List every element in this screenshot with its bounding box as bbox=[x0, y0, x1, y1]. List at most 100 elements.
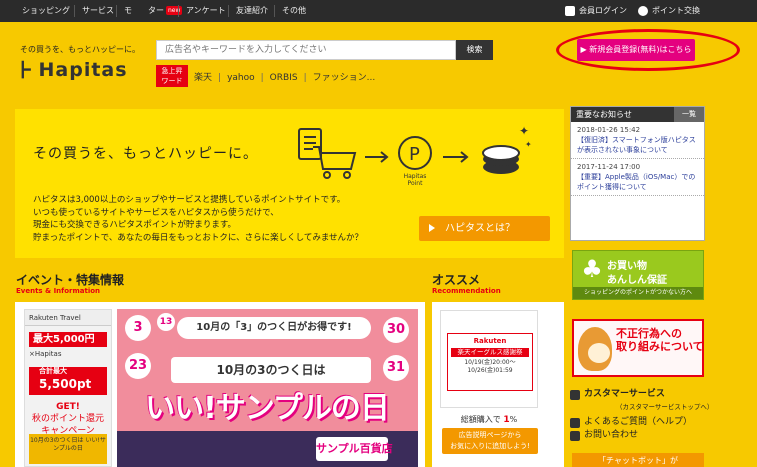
search-button[interactable]: 検索 bbox=[456, 40, 493, 60]
login-link[interactable]: 会員ログイン bbox=[565, 0, 627, 22]
rakuten-points-value: 5,500pt bbox=[39, 377, 92, 391]
chatbot-banner[interactable]: 「チャットボット」が bbox=[572, 453, 704, 467]
rakuten-points: 合計最大 5,500pt bbox=[29, 367, 107, 395]
hero-description: ハピタスは3,000以上のショップやサービスと提携しているポイントサイトです。 … bbox=[33, 194, 363, 244]
fraud-prevention-banner[interactable]: 不正行為への 取り組みについて bbox=[572, 319, 704, 377]
nav-divider bbox=[228, 5, 229, 17]
nav-shopping[interactable]: ショッピング bbox=[22, 0, 70, 22]
fav-line2: お気に入りに追加しよう! bbox=[450, 442, 530, 450]
hot-word-divider: | bbox=[303, 73, 307, 83]
hot-word-divider: | bbox=[260, 73, 264, 83]
sample-day-big-title: いい!サンプルの日 bbox=[145, 391, 390, 426]
svg-text:✦: ✦ bbox=[519, 124, 529, 138]
events-title: イベント・特集情報 bbox=[16, 273, 125, 287]
day-31-badge: 31 bbox=[383, 355, 409, 381]
faq-label: よくあるご質問（ヘルプ） bbox=[584, 417, 693, 427]
point-exchange-label: ポイント交換 bbox=[652, 6, 700, 15]
news-more-button[interactable]: 一覧 bbox=[674, 107, 704, 122]
new-badge: new bbox=[166, 6, 183, 15]
faq-link[interactable]: よくあるご質問（ヘルプ） bbox=[570, 417, 713, 428]
shop-banner-sub: ショッピングのポイントがつかない方へ bbox=[573, 287, 703, 299]
fav-line1: 広告説明ページから bbox=[458, 431, 522, 439]
customer-service-top-link[interactable]: （カスタマーサービストップへ） bbox=[570, 402, 713, 413]
fraud-line1: 不正行為への bbox=[616, 327, 682, 340]
nav-invite[interactable]: 友達紹介 bbox=[236, 0, 268, 22]
recommend-subtitle: Recommendation bbox=[432, 287, 501, 295]
nav-divider bbox=[274, 5, 275, 17]
contact-label: お問い合わせ bbox=[584, 430, 639, 440]
hapitas-point-label: Hapitas Point bbox=[395, 173, 435, 187]
hot-words-list: 楽天 | yahoo | ORBIS | ファッション... bbox=[194, 70, 375, 83]
rakuten-amount: 最大5,000円 bbox=[29, 332, 107, 347]
recommend-card[interactable]: Rakuten 楽天イーグルス感謝祭 10/19(金)20:00〜 10/26(… bbox=[440, 310, 538, 408]
svg-text:✦: ✦ bbox=[525, 140, 532, 149]
rakuten-travel-banner[interactable]: Rakuten Travel 最大5,000円 ×Hapitas 合計最大 5,… bbox=[24, 309, 112, 467]
rakuten-bottom-banner[interactable]: 10月の3のつく日は いい!サンプルの日 bbox=[29, 434, 107, 464]
hapitas-point-icon: P bbox=[398, 136, 432, 170]
hot-word-fashion[interactable]: ファッション... bbox=[313, 73, 376, 83]
news-link[interactable]: 【重要】Apple製品（iOS/Mac）でのポイント獲得について bbox=[577, 172, 698, 192]
nav-divider bbox=[116, 5, 117, 17]
sample-department-store: サンプル百貨店 bbox=[316, 437, 393, 461]
login-icon bbox=[565, 5, 575, 16]
add-favorite-button[interactable]: 広告説明ページから お気に入りに追加しよう! bbox=[442, 428, 538, 454]
shop-banner-line1: お買い物 bbox=[607, 261, 647, 272]
hero-desc-line: 貯まったポイントで、あなたの毎日をもっとおトクに、さらに楽しくしてみませんか？ bbox=[33, 232, 364, 243]
clover-icon: ♣ bbox=[581, 255, 603, 283]
hapitas-logo[interactable]: ⊦ Hapitas bbox=[20, 58, 128, 82]
mail-icon bbox=[570, 430, 580, 441]
point-label-1: Hapitas bbox=[403, 173, 427, 180]
rate-unit: % bbox=[509, 415, 518, 424]
hot-word-rakuten[interactable]: 楽天 bbox=[194, 73, 212, 83]
coins-icon: ✦ ✦ bbox=[482, 124, 532, 174]
nav-divider bbox=[74, 5, 75, 17]
shopping-guarantee-banner[interactable]: ♣ お買い物 あんしん保証 ショッピングのポイントがつかない方へ bbox=[572, 250, 704, 300]
customer-service-link[interactable]: カスタマーサービス bbox=[570, 389, 713, 400]
day-23-badge: 23 bbox=[125, 353, 151, 379]
day-13-badge: 13 bbox=[157, 313, 175, 331]
events-subtitle: Events & Information bbox=[16, 287, 101, 295]
recommend-dates-1: 10/19(金)20:00〜 bbox=[464, 359, 516, 366]
recommend-rate: 総額購入で 1% bbox=[440, 414, 538, 425]
hero-desc-line: 現金にも交換できるハピタスポイントが貯まります。 bbox=[33, 220, 236, 230]
nav-service[interactable]: サービス bbox=[82, 0, 114, 22]
news-header: 重要なお知らせ 一覧 bbox=[571, 107, 704, 122]
point-exchange-link[interactable]: ポイント交換 bbox=[638, 0, 700, 22]
rakuten-travel-head: Rakuten Travel bbox=[25, 310, 111, 326]
sample-day-headline: 10月の「3」のつく日がお得です! bbox=[177, 317, 371, 339]
news-item[interactable]: 2017-11-24 17:00 【重要】Apple製品（iOS/Mac）でのポ… bbox=[571, 159, 704, 196]
fraud-banner-text: 不正行為への 取り組みについて bbox=[616, 327, 704, 353]
hot-words-badge: 急上昇 ワード bbox=[156, 65, 188, 87]
hero-desc-line: いつも使っているサイトやサービスをハピタスから使うだけで、 bbox=[33, 207, 279, 218]
arrow-right-icon bbox=[365, 151, 389, 163]
header-tagline: その買うを、もっとハッピーに。 bbox=[20, 45, 140, 54]
nav-divider bbox=[178, 5, 179, 17]
nav-other[interactable]: その他 bbox=[282, 0, 306, 22]
svg-text:P: P bbox=[409, 144, 420, 165]
hot-word-yahoo[interactable]: yahoo bbox=[227, 73, 255, 83]
logo-text: Hapitas bbox=[38, 59, 128, 81]
news-link[interactable]: 【復旧済】スマートフォン版ハピタスが表示されない事象について bbox=[577, 135, 698, 155]
important-news-panel: 重要なお知らせ 一覧 2018-01-26 15:42 【復旧済】スマートフォン… bbox=[570, 106, 705, 241]
news-date: 2018-01-26 15:42 bbox=[577, 126, 641, 134]
logo-mark-icon: ⊦ bbox=[20, 56, 33, 84]
sample-day-banner[interactable]: 3 13 10月の「3」のつく日がお得です! 30 23 10月の3のつく日は … bbox=[117, 309, 418, 467]
rakuten-points-label: 合計最大 bbox=[39, 367, 67, 375]
sample-day-mid: 10月の3のつく日は bbox=[171, 357, 371, 383]
news-item[interactable]: 2018-01-26 15:42 【復旧済】スマートフォン版ハピタスが表示されな… bbox=[571, 122, 704, 159]
nav-survey[interactable]: アンケート bbox=[186, 0, 226, 22]
nav-monitor[interactable]: モ ター new bbox=[124, 0, 183, 22]
day-3-badge: 3 bbox=[125, 315, 151, 341]
arrow-right-icon bbox=[443, 151, 469, 163]
rakuten-campaign-1: 秋のポイント還元 bbox=[31, 414, 104, 424]
about-hapitas-button[interactable]: ハピタスとは？ bbox=[419, 216, 550, 241]
fraud-line2: 取り組みについて bbox=[616, 340, 704, 353]
rakuten-campaign: GET! 秋のポイント還元 キャンペーン bbox=[29, 401, 107, 437]
point-label-2: Point bbox=[407, 180, 423, 187]
search-input[interactable]: 広告名やキーワードを入力してください bbox=[156, 40, 456, 60]
dog-mascot-icon bbox=[578, 327, 612, 371]
contact-link[interactable]: お問い合わせ bbox=[570, 430, 713, 441]
hot-word-orbis[interactable]: ORBIS bbox=[270, 73, 298, 83]
point-icon bbox=[638, 5, 648, 16]
customer-support-links: カスタマーサービス （カスタマーサービストップへ） よくあるご質問（ヘルプ） お… bbox=[570, 389, 713, 443]
